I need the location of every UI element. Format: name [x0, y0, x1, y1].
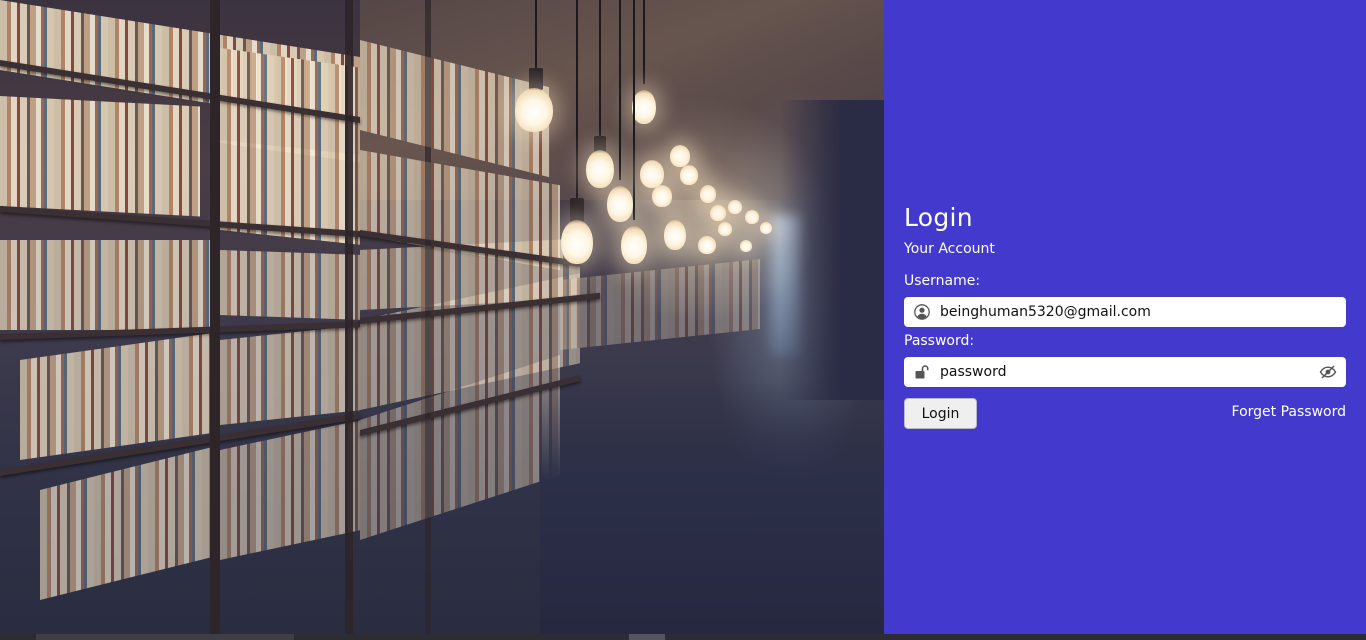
lamp-cord	[643, 0, 645, 84]
light-bulb	[561, 220, 593, 264]
lamp-cord	[619, 0, 621, 180]
light-bulb	[515, 88, 553, 132]
unlock-icon	[904, 357, 940, 387]
shelf-upright	[210, 0, 220, 634]
floor	[540, 380, 884, 634]
login-panel: Login Your Account Username: Password:	[884, 0, 1366, 634]
username-label: Username:	[904, 273, 981, 289]
bottom-segment	[629, 634, 665, 640]
light-bulb	[680, 165, 698, 185]
light-bulb	[607, 186, 633, 222]
light-bulb	[640, 160, 664, 188]
username-input[interactable]	[940, 298, 1346, 326]
book-row	[220, 325, 360, 425]
user-circle-icon	[904, 297, 940, 327]
light-bulb	[745, 210, 759, 224]
light-bulb	[718, 222, 732, 236]
light-bulb	[621, 226, 647, 264]
bottom-edge	[0, 634, 1366, 640]
login-title: Login	[904, 203, 973, 232]
light-bulb	[700, 185, 716, 203]
book-row	[0, 96, 200, 217]
username-field	[904, 297, 1346, 327]
password-label: Password:	[904, 333, 975, 349]
light-bulb	[652, 185, 672, 207]
password-field	[904, 357, 1346, 387]
lamp-cord	[535, 0, 537, 70]
light-bulb	[670, 145, 690, 167]
library-hero-image	[0, 0, 884, 634]
shelf-upright	[425, 0, 431, 634]
light-bulb	[728, 200, 742, 214]
light-bulb	[664, 220, 686, 250]
book-row	[40, 445, 220, 600]
light-bulb	[760, 222, 772, 234]
light-bulb	[586, 150, 614, 188]
lamp-cord	[633, 0, 635, 220]
book-row	[220, 250, 360, 320]
forget-password-link[interactable]: Forget Password	[1232, 404, 1346, 420]
password-input[interactable]	[940, 358, 1310, 386]
lamp-cord	[576, 0, 578, 200]
login-subtitle: Your Account	[904, 241, 995, 257]
bottom-segment	[36, 634, 294, 640]
login-button[interactable]: Login	[904, 398, 977, 429]
book-row	[560, 258, 760, 350]
book-row	[220, 420, 360, 560]
light-bulb	[710, 205, 726, 221]
light-bulb	[740, 240, 752, 252]
eye-slash-icon[interactable]	[1310, 357, 1346, 387]
hallway-depth	[780, 100, 884, 400]
light-bulb	[632, 90, 656, 124]
lamp-socket	[570, 198, 584, 222]
lamp-cord	[599, 0, 601, 140]
book-row	[0, 240, 220, 330]
lamp-socket	[529, 68, 543, 90]
shelf-upright	[345, 0, 353, 634]
light-bulb	[698, 236, 716, 254]
